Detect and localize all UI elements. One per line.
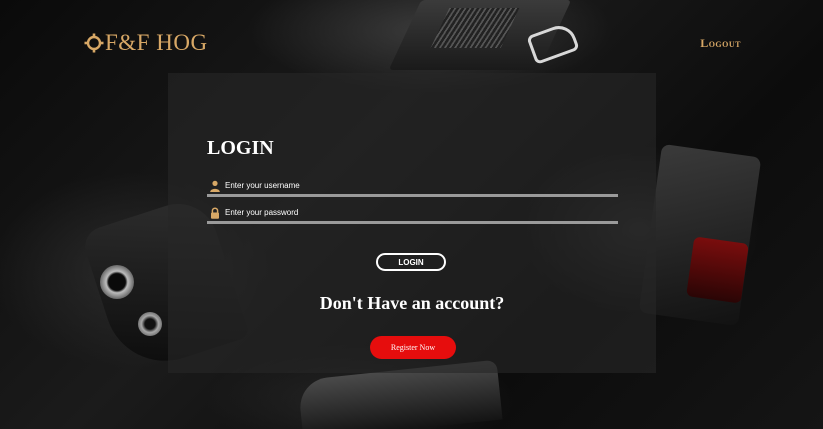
password-input[interactable]	[225, 204, 618, 220]
username-input[interactable]	[225, 177, 618, 193]
user-icon	[209, 179, 221, 192]
background-muzzle	[100, 265, 134, 299]
no-account-prompt: Don't Have an account?	[319, 293, 505, 313]
username-field	[207, 176, 618, 197]
crosshair-icon	[84, 33, 104, 53]
register-button[interactable]: Register Now	[370, 336, 456, 359]
logout-link[interactable]: Logout	[700, 36, 741, 51]
background-magazine-right	[638, 143, 762, 327]
login-title: LOGIN	[207, 137, 274, 159]
background-muzzle-secondary	[138, 312, 162, 336]
login-button[interactable]: LOGIN	[376, 253, 446, 271]
password-field	[207, 203, 618, 224]
brand-logo[interactable]: F&F HOG	[84, 30, 208, 56]
lock-icon	[209, 206, 221, 219]
login-page: F&F HOG Logout LOGIN LOGIN Do	[0, 0, 823, 429]
login-panel: LOGIN LOGIN Don't Have an account? Regis…	[168, 73, 656, 373]
brand-name: F&F HOG	[105, 30, 208, 55]
background-red-plate	[686, 236, 749, 304]
